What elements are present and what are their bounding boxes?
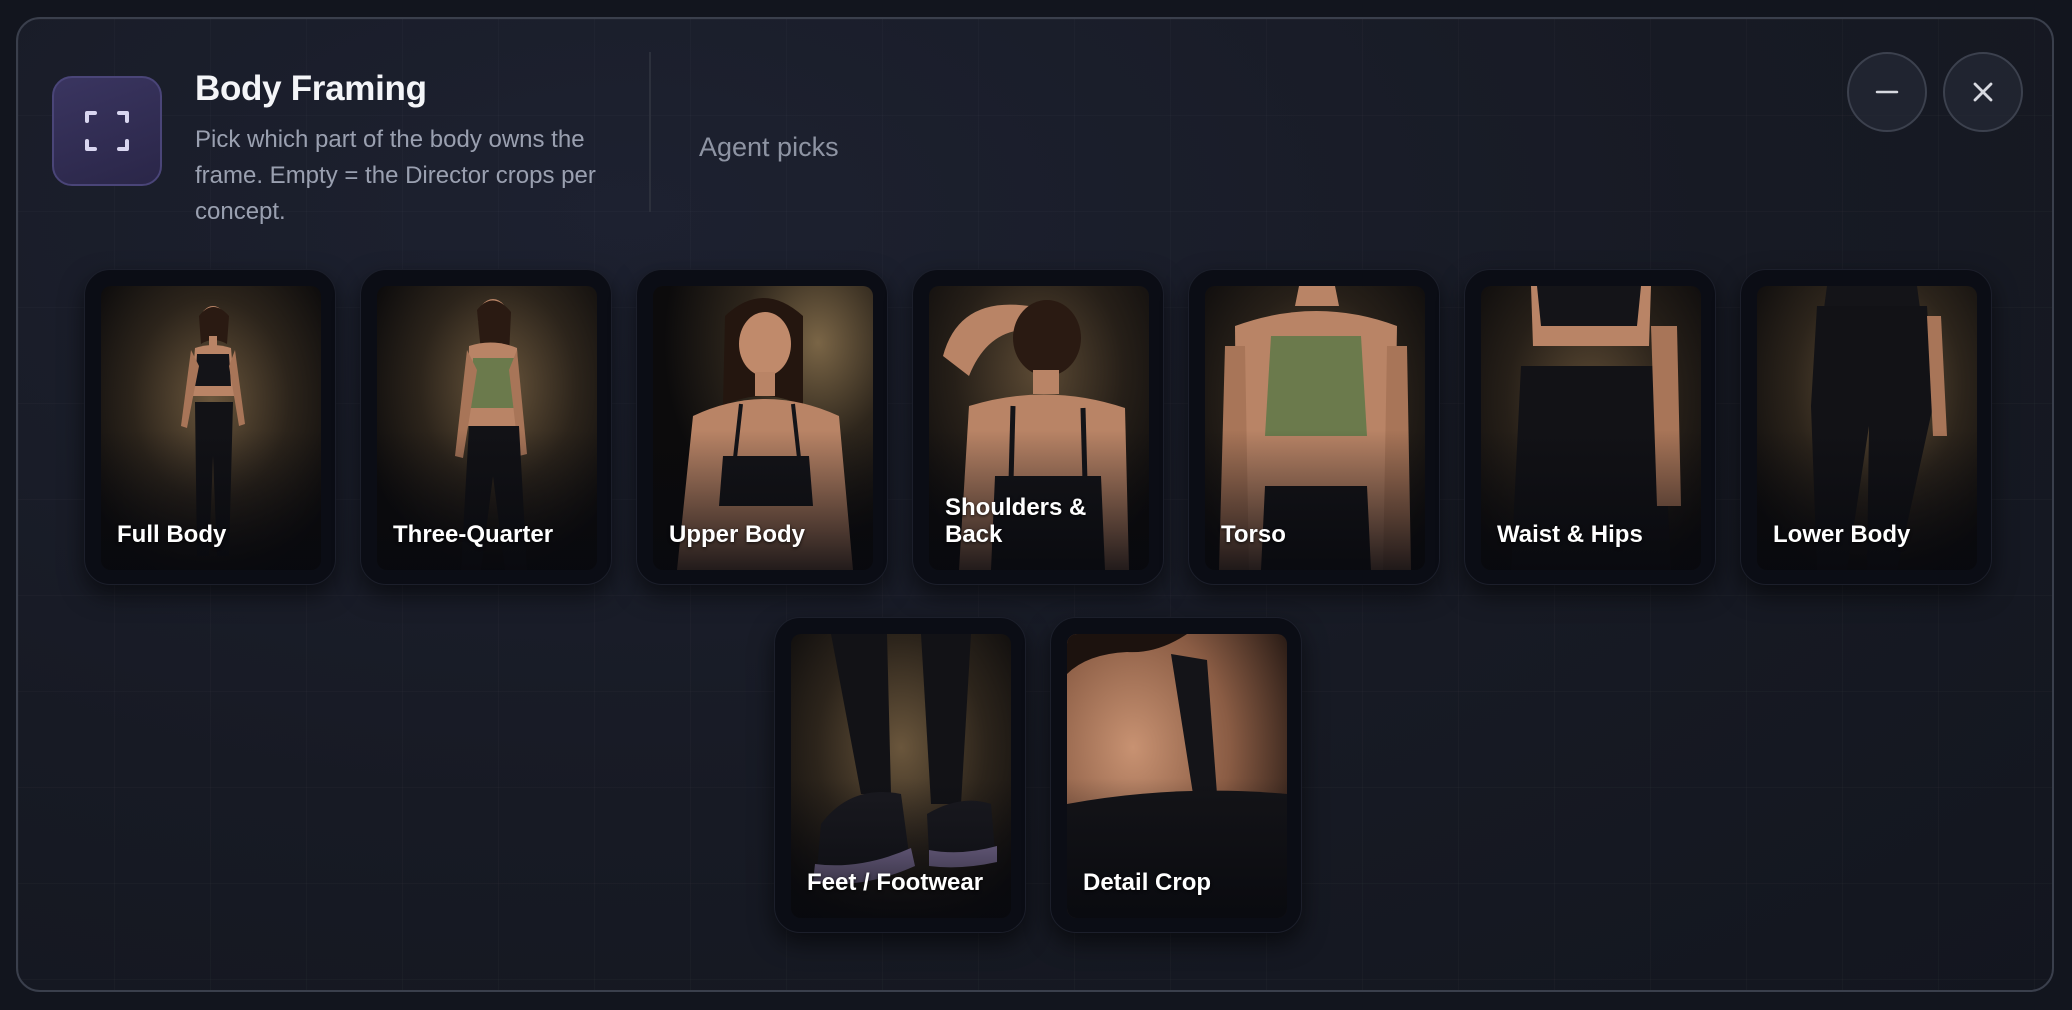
minus-icon xyxy=(1875,90,1899,94)
framing-card-waist-hips[interactable]: Waist & Hips xyxy=(1464,269,1716,585)
framing-card-label: Lower Body xyxy=(1773,521,1911,548)
framing-card-label: Shoulders & Back xyxy=(945,494,1087,548)
close-button[interactable] xyxy=(1943,52,2023,132)
body-framing-panel: Body Framing Pick which part of the body… xyxy=(16,17,2054,992)
framing-card-feet-footwear[interactable]: Feet / Footwear xyxy=(774,617,1026,933)
framing-card-label: Feet / Footwear xyxy=(807,869,984,896)
frame-corners-icon xyxy=(52,76,162,186)
framing-card-lower-body[interactable]: Lower Body xyxy=(1740,269,1992,585)
framing-card-label: Torso xyxy=(1221,521,1286,548)
framing-card-label: Full Body xyxy=(117,521,227,548)
panel-subtitle: Pick which part of the body owns the fra… xyxy=(195,126,596,225)
framing-card-upper-body[interactable]: Upper Body xyxy=(636,269,888,585)
framing-card-label: Waist & Hips xyxy=(1497,521,1643,548)
panel-title: Body Framing xyxy=(195,69,427,108)
framing-card-torso[interactable]: Torso xyxy=(1188,269,1440,585)
close-icon xyxy=(1973,82,1993,102)
header-divider xyxy=(649,52,651,212)
framing-card-shoulders-back[interactable]: Shoulders & Back xyxy=(912,269,1164,585)
framing-card-full-body[interactable]: Full Body xyxy=(84,269,336,585)
framing-card-detail-crop[interactable]: Detail Crop xyxy=(1050,617,1302,933)
framing-card-three-quarter[interactable]: Three-Quarter xyxy=(360,269,612,585)
framing-card-label: Upper Body xyxy=(669,521,806,548)
framing-card-label: Three-Quarter xyxy=(393,521,554,548)
agent-picks-option[interactable]: Agent picks xyxy=(699,132,839,163)
minimize-button[interactable] xyxy=(1847,52,1927,132)
framing-card-label: Detail Crop xyxy=(1083,869,1212,896)
